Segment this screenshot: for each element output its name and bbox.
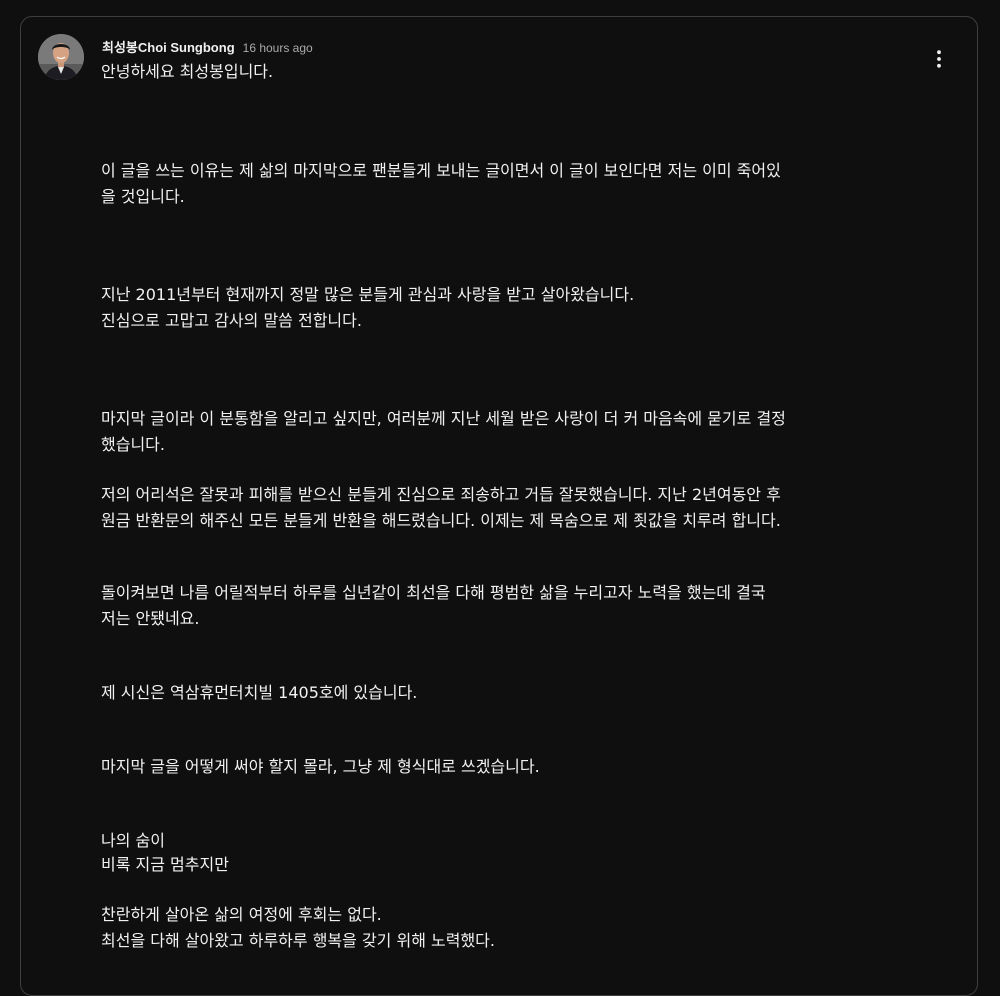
comment-line: 이 글을 쓰는 이유는 제 삶의 마지막으로 팬분들게 보내는 글이면서 이 글… [101,161,781,180]
comment-header: 최성봉Choi Sungbong 16 hours ago [102,37,313,56]
comment-menu-button[interactable] [925,45,953,73]
comment-line: 마지막 글이라 이 분통함을 알리고 싶지만, 여러분께 지난 세월 받은 사랑… [101,409,786,428]
comment-line: 제 시신은 역삼휴먼터치빌 1405호에 있습니다. [101,683,418,702]
profile-photo-icon [38,34,84,80]
author-name[interactable]: 최성봉Choi Sungbong [102,37,235,56]
comment-line: 진심으로 고맙고 감사의 말씀 전합니다. [101,311,362,330]
comment-line: 최선을 다해 살아왔고 하루하루 행복을 갖기 위해 노력했다. [101,931,495,950]
comment-line: 돌이켜보면 나름 어릴적부터 하루를 십년같이 최선을 다해 평범한 삶을 누리… [101,583,766,602]
comment-line: 지난 2011년부터 현재까지 정말 많은 분들게 관심과 사랑을 받고 살아왔… [101,285,635,304]
comment-line: 을 것입니다. [101,187,185,206]
comment-line: 찬란하게 살아온 삶의 여정에 후회는 없다. [101,905,382,924]
avatar[interactable] [38,34,84,80]
comment-line: 원금 반환문의 해주신 모든 분들게 반환을 해드렸습니다. 이제는 제 목숨으… [101,511,781,530]
comment-card: 최성봉Choi Sungbong 16 hours ago 안녕하세요 최성봉입… [20,16,978,996]
more-vert-icon [937,50,941,68]
comment-line: 저의 어리석은 잘못과 피해를 받으신 분들게 진심으로 죄송하고 거듭 잘못했… [101,485,781,504]
comment-line: 했습니다. [101,435,165,454]
comment-line: 비록 지금 멈추지만 [101,855,229,874]
comment-line: 마지막 글을 어떻게 써야 할지 몰라, 그냥 제 형식대로 쓰겠습니다. [101,757,540,776]
comment-line: 나의 숨이 [101,831,165,850]
comment-line: 안녕하세요 최성봉입니다. [101,62,274,81]
comment-line: 저는 안됐네요. [101,609,200,628]
comment-timestamp[interactable]: 16 hours ago [243,41,313,55]
